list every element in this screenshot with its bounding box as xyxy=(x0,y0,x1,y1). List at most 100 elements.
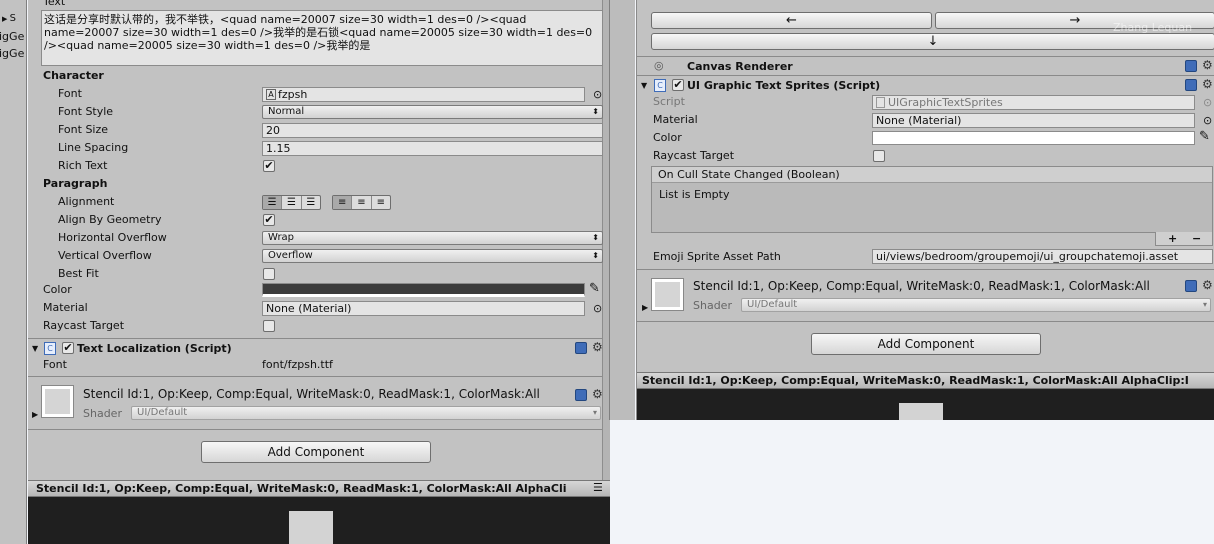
best-fit-checkbox[interactable] xyxy=(263,268,275,280)
object-picker-icon[interactable]: ⊙ xyxy=(593,89,602,100)
foldout-arrow-icon[interactable]: ▶ xyxy=(32,408,38,422)
gear-icon[interactable]: ⚙ xyxy=(1202,59,1213,71)
script-file-icon xyxy=(876,97,885,108)
add-component-button[interactable]: Add Component xyxy=(201,441,431,463)
divider xyxy=(28,338,602,339)
gear-icon[interactable]: ⚙ xyxy=(1202,279,1213,291)
object-picker-icon[interactable]: ⊙ xyxy=(593,303,602,314)
script-label: Script xyxy=(653,95,685,108)
panel-splitter[interactable] xyxy=(609,0,635,420)
foldout-arrow-icon[interactable]: ▶ xyxy=(642,301,648,315)
stencil-title: Stencil Id:1, Op:Keep, Comp:Equal, Write… xyxy=(83,387,540,401)
font-size-field[interactable]: 20 xyxy=(262,123,603,138)
emoji-path-field[interactable]: ui/views/bedroom/groupemoji/ui_groupchat… xyxy=(872,249,1213,264)
material-label: Material xyxy=(653,113,698,126)
preview-header: Stencil Id:1, Op:Keep, Comp:Equal, Write… xyxy=(637,372,1214,389)
event-header: On Cull State Changed (Boolean) xyxy=(652,167,1212,183)
hierarchy-item[interactable]: igGe xyxy=(0,30,24,44)
font-style-label: Font Style xyxy=(58,105,114,118)
localization-font-label: Font xyxy=(43,358,67,371)
add-event-button[interactable]: + xyxy=(1168,232,1177,246)
font-size-label: Font Size xyxy=(58,123,109,136)
gear-icon[interactable]: ⚙ xyxy=(592,388,603,400)
shader-label: Shader xyxy=(83,407,122,420)
material-field[interactable]: None (Material) xyxy=(262,301,585,316)
object-picker-icon[interactable]: ⊙ xyxy=(1203,115,1212,126)
preview-area xyxy=(28,497,610,544)
font-style-dropdown[interactable]: Normal ⬍ xyxy=(262,105,603,119)
dropdown-arrow-icon: ⬍ xyxy=(592,233,599,242)
preview-menu-icon[interactable]: ☰ xyxy=(593,481,603,495)
text-label: Text xyxy=(43,0,66,8)
help-book-icon[interactable] xyxy=(575,342,587,354)
raycast-checkbox[interactable] xyxy=(263,320,275,332)
foldout-arrow-icon[interactable]: ▼ xyxy=(32,342,38,356)
text-area[interactable]: 这话是分享时默认带的，我不举铁，<quad name=20007 size=30… xyxy=(41,10,603,66)
horizontal-overflow-dropdown[interactable]: Wrap ⬍ xyxy=(262,231,603,245)
align-left-icon[interactable]: ☰ xyxy=(263,196,283,209)
preview-title: Stencil Id:1, Op:Keep, Comp:Equal, Write… xyxy=(642,374,1189,387)
event-footer: + − xyxy=(1155,232,1213,246)
color-label: Color xyxy=(43,283,72,296)
color-field[interactable] xyxy=(872,131,1195,145)
shader-label: Shader xyxy=(693,299,732,312)
gear-icon[interactable]: ⚙ xyxy=(1202,78,1213,90)
shader-dropdown[interactable]: UI/Default ▾ xyxy=(741,298,1211,312)
help-book-icon[interactable] xyxy=(575,389,587,401)
shader-dropdown[interactable]: UI/Default ▾ xyxy=(131,406,601,420)
preview-title: Stencil Id:1, Op:Keep, Comp:Equal, Write… xyxy=(36,482,567,495)
hierarchy-item[interactable]: igGe xyxy=(0,47,24,61)
right-inspector: ← → Zhang Lequan ↓ ◎ Canvas Renderer ⚙ ▼… xyxy=(636,0,1214,420)
help-book-icon[interactable] xyxy=(1185,280,1197,292)
canvas-renderer-title: Canvas Renderer xyxy=(687,60,793,73)
rich-text-checkbox[interactable]: ✔ xyxy=(263,160,275,172)
localization-enable-checkbox[interactable]: ✔ xyxy=(62,342,74,354)
font-asset-icon: A xyxy=(266,89,276,100)
arrow-left-button[interactable]: ← xyxy=(651,12,932,29)
left-inspector: Text 这话是分享时默认带的，我不举铁，<quad name=20007 si… xyxy=(28,0,610,544)
rich-text-label: Rich Text xyxy=(58,159,108,172)
event-empty-text: List is Empty xyxy=(659,188,730,201)
line-spacing-field[interactable]: 1.15 xyxy=(262,141,603,156)
material-preview-thumbnail xyxy=(651,278,684,311)
color-field[interactable] xyxy=(262,283,585,297)
vertical-overflow-dropdown[interactable]: Overflow ⬍ xyxy=(262,249,603,263)
expand-arrow-icon[interactable]: ▶ xyxy=(2,15,10,23)
align-geometry-checkbox[interactable]: ✔ xyxy=(263,214,275,226)
align-bottom-icon[interactable]: ≡ xyxy=(372,196,390,209)
font-field[interactable]: A fzpsh xyxy=(262,87,585,102)
material-field[interactable]: None (Material) xyxy=(872,113,1195,128)
divider xyxy=(637,56,1214,57)
preview-header: Stencil Id:1, Op:Keep, Comp:Equal, Write… xyxy=(28,480,610,497)
align-top-icon[interactable]: ≡ xyxy=(333,196,353,209)
arrow-down-button[interactable]: ↓ xyxy=(651,33,1214,50)
hierarchy-item[interactable]: ▶ S xyxy=(2,12,16,26)
sprites-enable-checkbox[interactable]: ✔ xyxy=(672,79,684,91)
help-book-icon[interactable] xyxy=(1185,60,1197,72)
localization-font-value: font/fzpsh.ttf xyxy=(262,358,333,371)
help-book-icon[interactable] xyxy=(1185,79,1197,91)
add-component-button[interactable]: Add Component xyxy=(811,333,1041,355)
material-label: Material xyxy=(43,301,88,314)
alignment-label: Alignment xyxy=(58,195,115,208)
raycast-checkbox[interactable] xyxy=(873,150,885,162)
remove-event-button[interactable]: − xyxy=(1192,232,1201,246)
align-geometry-label: Align By Geometry xyxy=(58,213,162,226)
paragraph-header: Paragraph xyxy=(43,177,108,190)
event-list: On Cull State Changed (Boolean) List is … xyxy=(651,166,1213,233)
horizontal-align-group: ☰ ☰ ☰ xyxy=(262,195,321,210)
foldout-arrow-icon[interactable]: ▼ xyxy=(641,79,647,93)
preview-area xyxy=(637,389,1214,420)
eyedropper-icon[interactable]: ✎ xyxy=(1199,130,1210,143)
align-right-icon[interactable]: ☰ xyxy=(302,196,320,209)
gear-icon[interactable]: ⚙ xyxy=(592,341,603,353)
dropdown-arrow-icon: ⬍ xyxy=(592,251,599,260)
best-fit-label: Best Fit xyxy=(58,267,99,280)
align-middle-icon[interactable]: ≡ xyxy=(352,196,372,209)
color-label: Color xyxy=(653,131,682,144)
sprites-title: UI Graphic Text Sprites (Script) xyxy=(687,79,881,92)
eyedropper-icon[interactable]: ✎ xyxy=(589,282,600,295)
align-center-icon[interactable]: ☰ xyxy=(282,196,302,209)
line-spacing-label: Line Spacing xyxy=(58,141,129,154)
preview-image xyxy=(289,511,333,544)
